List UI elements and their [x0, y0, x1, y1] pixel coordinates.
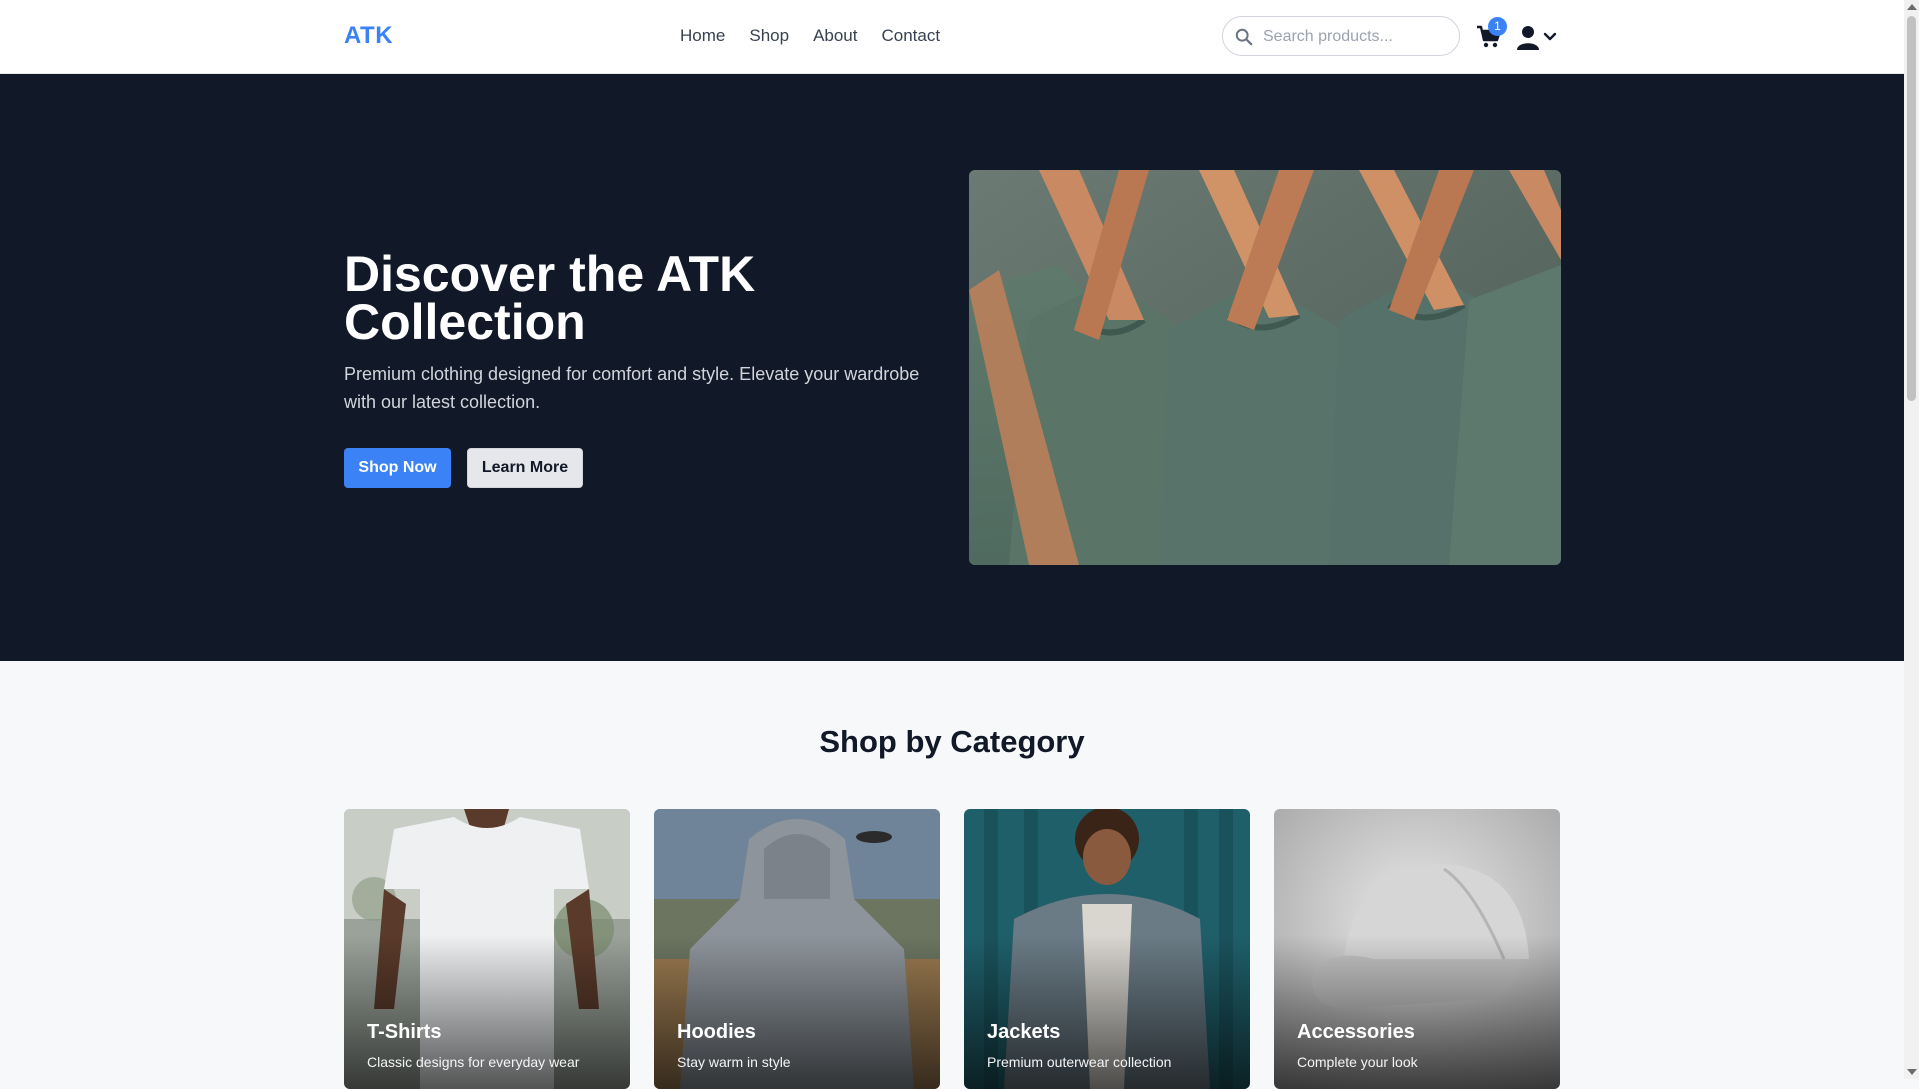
- category-name: Hoodies: [677, 1021, 756, 1043]
- page-scrollbar[interactable]: [1904, 0, 1919, 1079]
- shop-now-button[interactable]: Shop Now: [344, 448, 451, 488]
- search-box: [1222, 16, 1460, 57]
- nav-link-home[interactable]: Home: [680, 26, 725, 46]
- top-navbar: ATK Home Shop About Contact 1: [0, 0, 1904, 74]
- category-name: Jackets: [987, 1021, 1061, 1043]
- scroll-up-arrow[interactable]: [1907, 4, 1917, 10]
- user-icon: [1517, 26, 1539, 50]
- category-card-accessories[interactable]: Accessories Complete your look: [1274, 809, 1560, 1089]
- section-title: Shop by Category: [819, 724, 1085, 759]
- scrollbar-thumb[interactable]: [1907, 16, 1916, 401]
- user-menu[interactable]: [1517, 25, 1561, 51]
- nav-link-contact[interactable]: Contact: [882, 26, 941, 46]
- category-card-hoodies[interactable]: Hoodies Stay warm in style: [654, 809, 940, 1089]
- category-card-tshirts[interactable]: T-Shirts Classic designs for everyday we…: [344, 809, 630, 1089]
- category-name: Accessories: [1297, 1021, 1415, 1043]
- nav-link-shop[interactable]: Shop: [749, 26, 789, 46]
- hero-subtitle: Premium clothing designed for comfort an…: [344, 364, 920, 412]
- category-description: Premium outerwear collection: [987, 1054, 1172, 1070]
- category-name: T-Shirts: [367, 1021, 442, 1043]
- chevron-down-icon: [1543, 32, 1557, 41]
- category-card-jackets[interactable]: Jackets Premium outerwear collection: [964, 809, 1250, 1089]
- main-nav: Home Shop About Contact: [680, 26, 940, 46]
- brand-logo[interactable]: ATK: [344, 22, 393, 50]
- search-input[interactable]: [1261, 17, 1455, 57]
- cart-count-badge: 1: [1488, 17, 1507, 36]
- learn-more-button[interactable]: Learn More: [467, 448, 583, 488]
- hero-title: Discover the ATK Collection: [344, 246, 756, 350]
- category-description: Complete your look: [1297, 1054, 1418, 1070]
- hero-section: Discover the ATK Collection Premium clot…: [0, 74, 1904, 661]
- scroll-down-arrow[interactable]: [1907, 1069, 1917, 1075]
- category-description: Classic designs for everyday wear: [367, 1054, 580, 1070]
- nav-link-about[interactable]: About: [813, 26, 857, 46]
- search-icon: [1235, 28, 1253, 46]
- hero-image: [969, 170, 1561, 565]
- category-description: Stay warm in style: [677, 1054, 791, 1070]
